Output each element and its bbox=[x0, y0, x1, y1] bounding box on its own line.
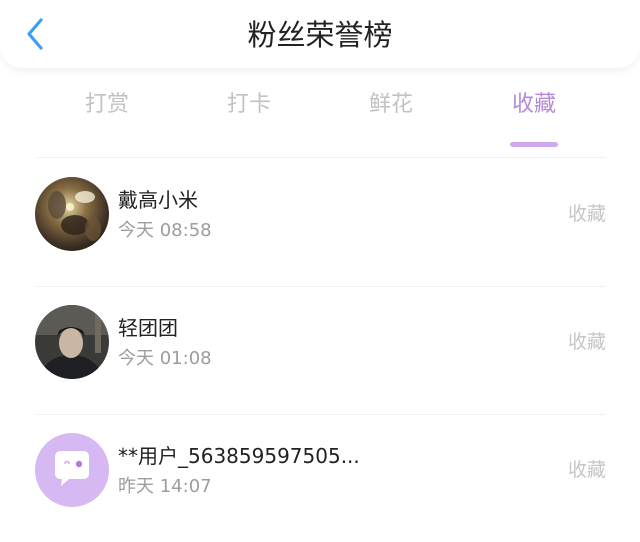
active-tab-indicator bbox=[510, 142, 558, 147]
avatar[interactable] bbox=[35, 305, 109, 379]
fan-name: 轻团团 bbox=[118, 316, 178, 340]
fan-time: 今天 08:58 bbox=[118, 220, 212, 241]
favorite-label: 收藏 bbox=[567, 203, 606, 225]
favorite-label: 收藏 bbox=[567, 459, 606, 481]
fan-time: 今天 01:08 bbox=[118, 348, 212, 369]
tab-favorites[interactable]: 收藏 bbox=[484, 90, 584, 147]
fan-name: **用户_563859597505... bbox=[118, 444, 360, 468]
list-item[interactable]: 轻团团 今天 01:08 收藏 bbox=[0, 286, 640, 414]
page-title: 粉丝荣誉榜 bbox=[247, 18, 393, 52]
tab-flowers[interactable]: 鲜花 bbox=[341, 90, 441, 120]
list-item[interactable]: 戴高小米 今天 08:58 收藏 bbox=[0, 158, 640, 286]
avatar[interactable] bbox=[35, 433, 109, 507]
list-item[interactable]: **用户_563859597505... 昨天 14:07 收藏 bbox=[0, 414, 640, 542]
top-bar: 粉丝荣誉榜 bbox=[0, 0, 640, 68]
favorite-label: 收藏 bbox=[567, 331, 606, 353]
chat-bubble-icon bbox=[35, 433, 109, 507]
tab-favorites-label: 收藏 bbox=[511, 92, 556, 117]
avatar[interactable] bbox=[35, 177, 109, 251]
tab-checkin[interactable]: 打卡 bbox=[199, 90, 299, 120]
fan-list: 戴高小米 今天 08:58 收藏 轻团团 今天 01:08 收藏 **用户_56… bbox=[0, 158, 640, 542]
fan-time: 昨天 14:07 bbox=[118, 476, 212, 497]
tab-reward[interactable]: 打赏 bbox=[57, 90, 157, 120]
tab-bar: 打赏 打卡 鲜花 收藏 bbox=[0, 78, 640, 147]
fan-name: 戴高小米 bbox=[118, 188, 198, 212]
